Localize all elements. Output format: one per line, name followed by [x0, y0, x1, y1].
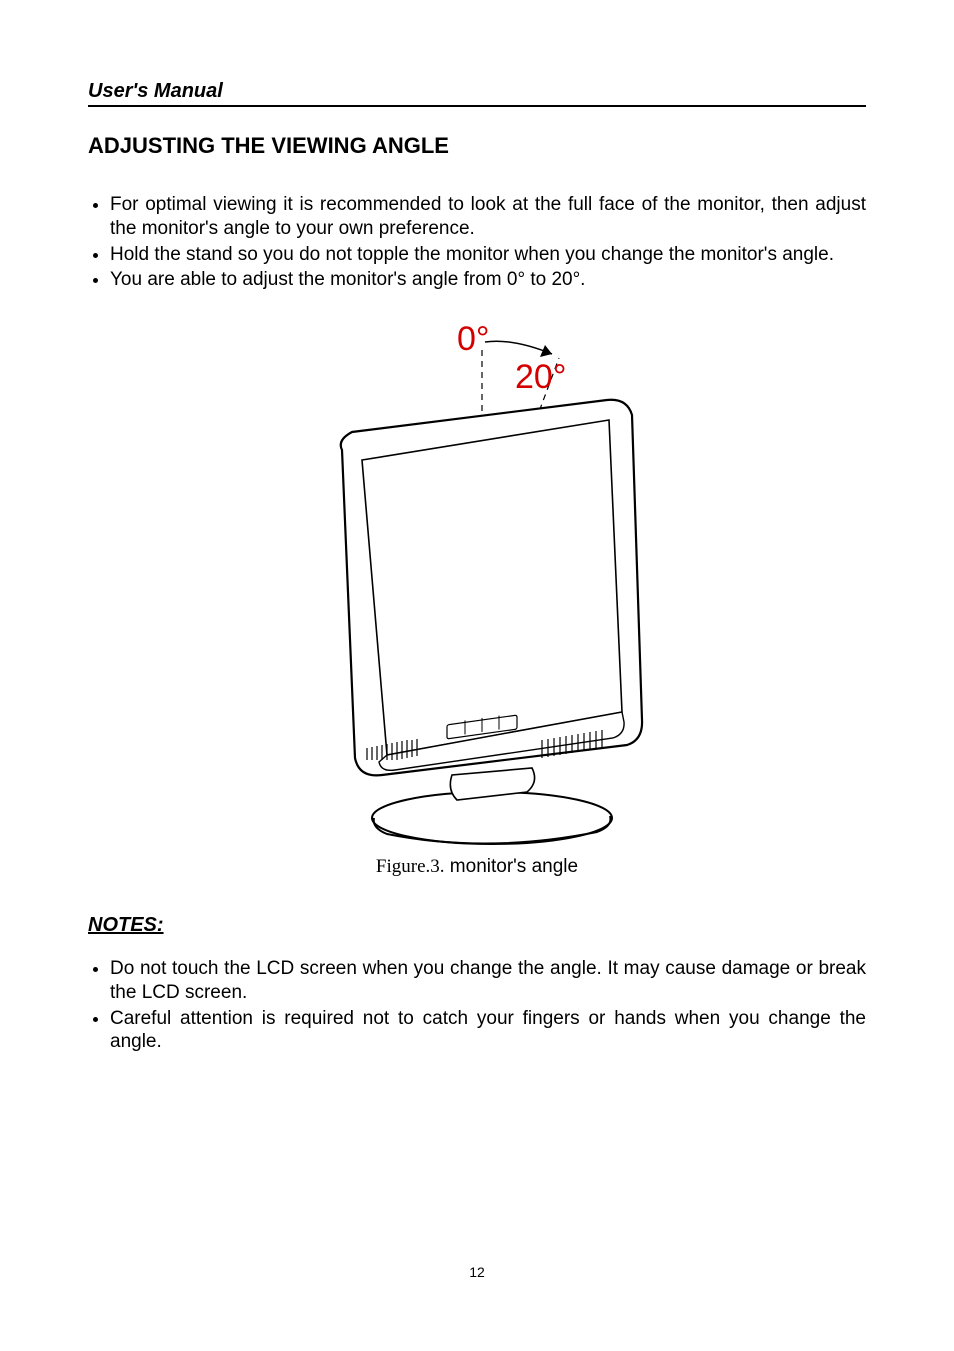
figure-caption: Figure.3. monitor's angle	[88, 856, 866, 878]
list-item: You are able to adjust the monitor's ang…	[110, 268, 866, 292]
intro-list: For optimal viewing it is recommended to…	[88, 193, 866, 292]
section-title: ADJUSTING THE VIEWING ANGLE	[88, 133, 866, 159]
list-item: For optimal viewing it is recommended to…	[110, 193, 866, 241]
angle-20-label: 20°	[515, 358, 566, 396]
header-rule	[88, 105, 866, 107]
figure-block: 0° 20°	[88, 320, 866, 878]
list-item: Hold the stand so you do not topple the …	[110, 243, 866, 267]
notes-title: NOTES:	[88, 914, 866, 937]
list-item: Careful attention is required not to cat…	[110, 1007, 866, 1055]
figure-caption-prefix: Figure.3.	[376, 856, 445, 877]
notes-list: Do not touch the LCD screen when you cha…	[88, 957, 866, 1054]
figure-caption-text: monitor's angle	[445, 856, 579, 877]
list-item: Do not touch the LCD screen when you cha…	[110, 957, 866, 1005]
page-number: 12	[88, 1264, 866, 1280]
monitor-angle-illustration: 0° 20°	[297, 320, 657, 850]
page: User's Manual ADJUSTING THE VIEWING ANGL…	[0, 0, 954, 1320]
angle-0-label: 0°	[457, 320, 490, 358]
header-title: User's Manual	[88, 80, 866, 103]
